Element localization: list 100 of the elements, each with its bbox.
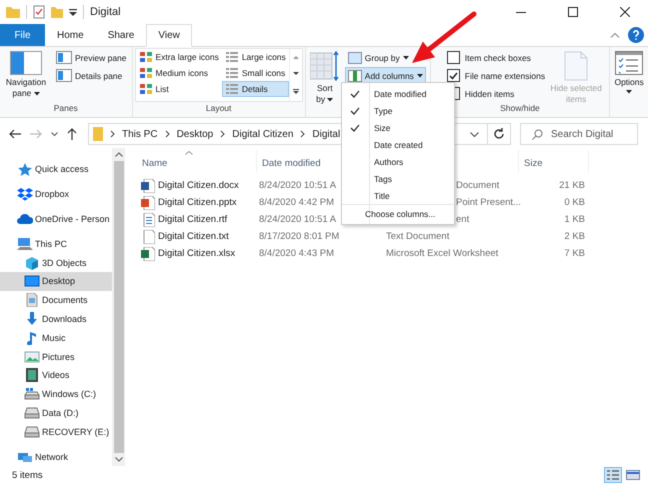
scroll-down-icon[interactable] bbox=[292, 72, 299, 76]
close-icon bbox=[620, 7, 630, 17]
expand-gallery-icon[interactable] bbox=[292, 88, 299, 95]
cloud-icon bbox=[17, 212, 33, 226]
checkbox-option[interactable]: File name extensions bbox=[446, 67, 546, 84]
layout-option[interactable]: Large icons bbox=[222, 49, 289, 65]
refresh-button[interactable] bbox=[487, 123, 511, 145]
ribbon-tab[interactable]: Share bbox=[96, 24, 146, 46]
chevron-icon bbox=[220, 130, 226, 138]
breadcrumb[interactable]: Desktop bbox=[176, 128, 214, 140]
picture-icon bbox=[24, 350, 40, 364]
scrollbar-thumb[interactable] bbox=[114, 161, 124, 453]
view-icon bbox=[138, 67, 153, 79]
sidebar-item[interactable]: Data (D:) bbox=[0, 404, 112, 422]
pane-button[interactable]: Details pane bbox=[53, 67, 130, 84]
details-view-button[interactable] bbox=[604, 467, 622, 483]
sidebar-item[interactable]: Music bbox=[0, 328, 112, 348]
ribbon-tab[interactable]: Home bbox=[45, 24, 96, 46]
back-icon[interactable] bbox=[9, 129, 21, 139]
group-label: Panes bbox=[52, 103, 79, 115]
pane-icon bbox=[56, 51, 72, 64]
caret-icon bbox=[402, 56, 409, 60]
group-by-button[interactable]: Group by bbox=[344, 49, 412, 66]
menu-item[interactable]: Choose columns... bbox=[342, 204, 454, 222]
sidebar-item[interactable]: Windows (C:) bbox=[0, 384, 112, 404]
layout-option[interactable]: Details bbox=[222, 81, 289, 97]
sidebar-item[interactable]: This PC bbox=[0, 234, 112, 254]
refresh-icon bbox=[493, 128, 505, 140]
ribbon-tab[interactable]: File bbox=[0, 24, 45, 46]
sort-by-button[interactable]: Sort by bbox=[308, 48, 342, 108]
drive-icon bbox=[24, 387, 40, 402]
scroll-up-icon[interactable] bbox=[114, 152, 122, 157]
collapse-ribbon-icon[interactable] bbox=[610, 32, 620, 38]
ribbon-tab[interactable]: View bbox=[146, 24, 192, 47]
view-icon bbox=[224, 67, 239, 79]
menu-item[interactable]: Tags bbox=[342, 170, 454, 187]
menu-item[interactable]: Type bbox=[342, 102, 454, 119]
dropdown-icon[interactable] bbox=[470, 132, 479, 136]
scroll-down-icon[interactable] bbox=[114, 457, 122, 462]
caret-icon bbox=[416, 74, 423, 78]
document-icon bbox=[564, 51, 588, 81]
column-header[interactable]: Name bbox=[137, 150, 257, 172]
sidebar-item[interactable]: 3D Objects bbox=[0, 253, 112, 272]
sidebar-item[interactable]: RECOVERY (E:) bbox=[0, 422, 112, 442]
sidebar-item[interactable]: OneDrive - Person bbox=[0, 210, 112, 228]
large-icons-view-button[interactable] bbox=[624, 467, 642, 483]
group-label: Show/hide bbox=[499, 103, 541, 115]
customize-icon[interactable] bbox=[69, 8, 77, 16]
recent-locations-icon[interactable] bbox=[51, 132, 58, 136]
properties-icon[interactable] bbox=[33, 5, 45, 19]
window-title: Digital bbox=[90, 6, 121, 18]
sidebar-item[interactable]: Documents bbox=[0, 290, 112, 310]
menu-item[interactable]: Title bbox=[342, 187, 454, 204]
checkbox[interactable] bbox=[446, 69, 460, 82]
size-cell: 21 KB bbox=[559, 180, 585, 191]
view-icon bbox=[138, 83, 153, 95]
menu-item[interactable]: Date modified bbox=[342, 85, 454, 102]
drive-icon bbox=[24, 406, 40, 420]
layout-option[interactable]: Medium icons bbox=[136, 65, 222, 81]
breadcrumb[interactable]: Digital bbox=[312, 128, 340, 140]
folder-icon bbox=[6, 6, 20, 18]
breadcrumb[interactable]: Digital Citizen bbox=[232, 128, 294, 140]
file-name-cell[interactable]: Digital Citizen.rtf bbox=[137, 212, 257, 226]
navigation-pane-icon bbox=[10, 51, 42, 75]
chevron-icon bbox=[164, 130, 170, 138]
layout-option[interactable]: Extra large icons bbox=[136, 49, 222, 65]
options-button[interactable]: Options bbox=[612, 48, 646, 97]
search-field[interactable]: Search Digital bbox=[520, 123, 638, 145]
layout-option[interactable]: Small icons bbox=[222, 65, 289, 81]
desktop-icon bbox=[24, 274, 40, 288]
sidebar-item[interactable]: Downloads bbox=[0, 310, 112, 328]
up-icon[interactable] bbox=[67, 128, 77, 140]
maximize-icon bbox=[568, 7, 578, 17]
file-name-cell[interactable]: Digital Citizen.docx bbox=[137, 178, 257, 192]
sidebar-item[interactable]: Videos bbox=[0, 366, 112, 385]
scrollbar[interactable] bbox=[112, 148, 125, 466]
dropbox-icon bbox=[17, 187, 33, 202]
sidebar-item[interactable]: Desktop bbox=[0, 272, 112, 291]
file-name-cell[interactable]: Digital Citizen.xlsx bbox=[137, 246, 257, 260]
sidebar-item[interactable]: Pictures bbox=[0, 347, 112, 366]
sidebar-item[interactable]: Dropbox bbox=[0, 184, 112, 204]
help-icon[interactable] bbox=[628, 27, 644, 43]
type-cell: Microsoft Excel Worksheet bbox=[386, 248, 498, 259]
column-header[interactable]: Size bbox=[519, 150, 589, 172]
view-icon bbox=[138, 51, 153, 63]
type-cell: ent bbox=[456, 214, 470, 225]
breadcrumb[interactable]: This PC bbox=[122, 128, 158, 140]
chevron-icon bbox=[110, 130, 115, 138]
file-name-cell[interactable]: Digital Citizen.pptx bbox=[137, 196, 257, 210]
navigation-pane-button[interactable]: Navigation pane bbox=[2, 48, 50, 102]
table-sort-icon bbox=[310, 51, 340, 81]
pane-icon bbox=[56, 69, 72, 82]
sidebar-item[interactable]: Network bbox=[0, 447, 112, 466]
file-name-cell[interactable]: Digital Citizen.txt bbox=[137, 230, 257, 244]
checkbox-option[interactable]: Item check boxes bbox=[446, 49, 546, 66]
sidebar-item[interactable]: Quick access bbox=[0, 160, 112, 179]
pane-button[interactable]: Preview pane bbox=[53, 49, 130, 66]
layout-option[interactable]: List bbox=[136, 81, 222, 97]
checkbox[interactable] bbox=[446, 51, 460, 64]
scroll-up-icon[interactable] bbox=[292, 55, 299, 60]
